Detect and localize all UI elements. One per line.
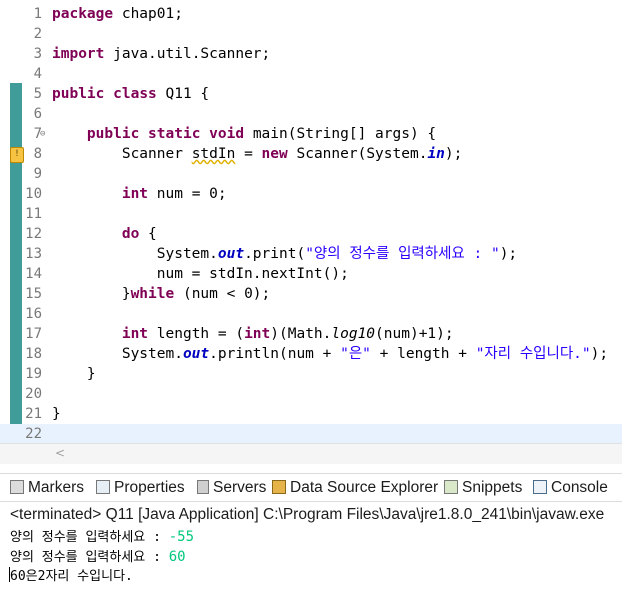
tab-properties[interactable]: Properties [96,474,185,502]
code-line[interactable]: 20 [0,384,622,404]
code-line[interactable]: 15 }while (num < 0); [0,284,622,304]
code-line[interactable]: 7 ⊖ public static void main(String[] args… [0,124,622,144]
line-number: 19 [25,366,42,382]
view-tabs: Markers Properties Servers Data Source E… [0,473,622,502]
code-line[interactable]: 10 int num = 0; [0,184,622,204]
line-number: 16 [25,306,42,322]
line-number: 11 [25,206,42,222]
code-line[interactable]: 16 [0,304,622,324]
line-number: 3 [33,46,42,62]
code-text: package chap01; [52,6,183,22]
code-text: Scanner stdIn = new Scanner(System.in); [52,146,463,162]
line-number: 10 [25,186,42,202]
line-number: 15 [25,286,42,302]
code-line[interactable]: 17 int length = (int)(Math.log10(num)+1)… [0,324,622,344]
line-number: 13 [25,246,42,262]
tab-console[interactable]: Console [533,474,608,502]
console-prompt: 양의 정수를 입력하세요 : [10,550,169,565]
code-line[interactable]: 12 do { [0,224,622,244]
console-status: <terminated> Q11 [Java Application] C:\P… [10,506,605,523]
line-number: 21 [25,406,42,422]
console-output: 60은2자리 수입니다. [10,569,133,584]
line-number: 6 [33,106,42,122]
code-line[interactable]: 2 [0,24,622,44]
tab-properties-label: Properties [114,479,185,496]
console-input: 60 [168,549,186,565]
code-editor[interactable]: 1 package chap01; 2 3 import java.util.Scann… [0,0,622,464]
line-number: 14 [25,266,42,282]
code-text: System.out.println(num + "은" + length + … [52,346,609,362]
line-number: 17 [25,326,42,342]
line-number: 1 [33,6,42,22]
tab-servers-label: Servers [213,479,267,496]
line-number: 20 [25,386,42,402]
console-prompt: 양의 정수를 입력하세요 : [10,530,169,545]
fold-icon[interactable]: ⊖ [40,124,45,144]
data-source-explorer-icon [272,480,286,494]
code-text: System.out.print("양의 정수를 입력하세요 : "); [52,246,518,262]
code-line[interactable]: 9 [0,164,622,184]
code-line[interactable]: 11 [0,204,622,224]
line-number: 18 [25,346,42,362]
line-number: 5 [33,86,42,102]
line-number: 22 [25,426,42,442]
properties-icon [96,480,110,494]
markers-icon [10,480,24,494]
tab-markers[interactable]: Markers [10,474,84,502]
console-icon [533,480,547,494]
console-panel[interactable]: <terminated> Q11 [Java Application] C:\P… [0,501,622,593]
code-text: public static void main(String[] args) { [86,126,437,142]
line-number: 2 [33,26,42,42]
code-line[interactable]: 19 } [0,364,622,384]
warning-icon[interactable]: ! [10,147,24,163]
code-text: int num = 0; [121,186,227,202]
line-number: 8 [33,146,42,162]
code-line[interactable]: 14 num = stdIn.nextInt(); [0,264,622,284]
tab-console-label: Console [551,479,608,496]
console-input: -55 [168,529,195,545]
code-text: num = stdIn.nextInt(); [52,266,349,282]
code-line[interactable]: 5 public class Q11 { [0,84,622,104]
code-text: } [52,406,61,422]
line-number: 7 [33,126,42,142]
tab-snippets-label: Snippets [462,479,523,496]
code-line[interactable]: 13 System.out.print("양의 정수를 입력하세요 : "); [0,244,622,264]
code-line[interactable]: 3 import java.util.Scanner; [0,44,622,64]
code-line[interactable]: 22 [0,424,622,444]
tab-markers-label: Markers [28,479,84,496]
console-line: 양의 정수를 입력하세요 : -55 [10,527,194,548]
line-number: 4 [33,66,42,82]
tab-data-source-explorer[interactable]: Data Source Explorer [272,474,438,502]
code-text: public class Q11 { [52,86,210,102]
code-line[interactable]: 1 package chap01; [0,4,622,24]
console-line: 60은2자리 수입니다. [9,567,133,587]
line-number: 12 [25,226,42,242]
console-line: 양의 정수를 입력하세요 : 60 [10,547,186,568]
snippets-icon [444,480,458,494]
code-line[interactable]: 4 [0,64,622,84]
code-text: int length = (int)(Math.log10(num)+1); [121,326,454,342]
code-text: do { [121,226,157,242]
servers-icon [197,480,209,494]
code-text: } [52,366,96,382]
code-line[interactable]: 6 [0,104,622,124]
code-text: import java.util.Scanner; [52,46,271,62]
code-line[interactable]: 8! Scanner stdIn = new Scanner(System.in… [0,144,622,164]
code-text: }while (num < 0); [52,286,271,302]
tab-data-source-explorer-label: Data Source Explorer [290,479,439,496]
tab-snippets[interactable]: Snippets [444,474,522,502]
code-line[interactable]: 18 System.out.println(num + "은" + length… [0,344,622,364]
scroll-left-icon[interactable]: < [55,446,65,460]
horizontal-scrollbar[interactable]: < [0,443,622,464]
line-number: 9 [33,166,42,182]
code-line[interactable]: 21} [0,404,622,424]
tab-servers[interactable]: Servers [197,474,266,502]
